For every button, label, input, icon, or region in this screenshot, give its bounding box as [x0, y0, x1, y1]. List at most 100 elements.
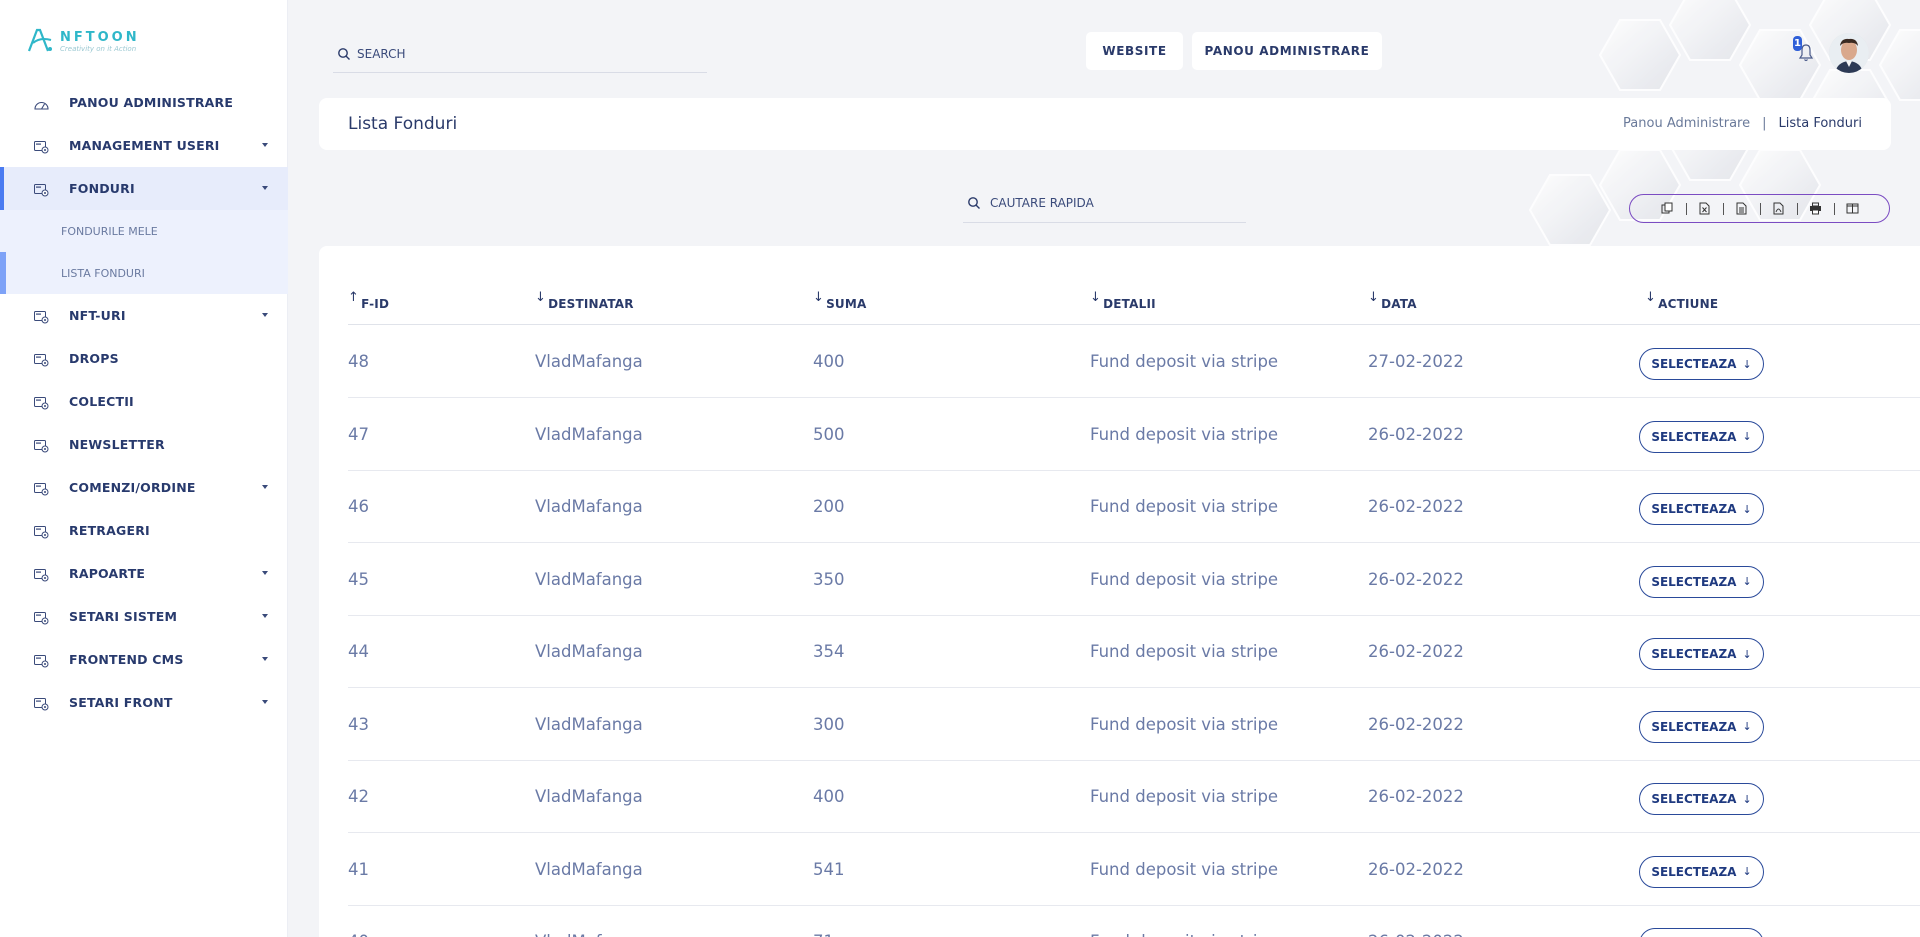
copy-icon: [1661, 202, 1672, 214]
global-search[interactable]: [333, 36, 707, 73]
quick-search-input[interactable]: [990, 195, 1230, 210]
notifications-button[interactable]: 1: [1793, 36, 1819, 64]
sidebar: NFTOON Creativity on it Action PANOU ADM…: [0, 0, 288, 937]
table-row: 46 VladMafanga 200 Fund deposit via stripe 2…: [348, 471, 1920, 543]
sidebar-item-label: SETARI FRONT: [69, 695, 173, 710]
search-input[interactable]: [357, 47, 687, 61]
sidebar-item-newsletter[interactable]: NEWSLETTER: [0, 423, 288, 466]
column-header-data[interactable]: ↓ DATA: [1368, 291, 1417, 325]
chevron-down-icon: [262, 186, 268, 190]
csv-button[interactable]: [1722, 195, 1760, 222]
arrow-down-icon: ↓: [1742, 865, 1752, 878]
select-button[interactable]: SELECTEAZA↓: [1639, 565, 1764, 598]
brand-logo[interactable]: NFTOON Creativity on it Action: [26, 26, 140, 53]
select-button-label: SELECTEAZA: [1651, 719, 1737, 734]
select-button[interactable]: SELECTEAZA↓: [1639, 638, 1764, 670]
pdf-button[interactable]: [1759, 195, 1797, 222]
sidebar-item-drops[interactable]: DROPS: [0, 337, 288, 380]
cell-data: 26-02-2022: [1368, 424, 1464, 444]
table-row: 48 VladMafanga 400 Fund deposit via stripe 2…: [348, 326, 1920, 398]
select-button[interactable]: SELECTEAZA↓: [1639, 783, 1764, 815]
sidebar-subitem-fondurile-mele[interactable]: FONDURILE MELE: [0, 210, 288, 252]
search-icon: [968, 196, 980, 209]
sidebar-item-nft-uri[interactable]: NFT-URI: [0, 294, 288, 337]
column-header-detalii[interactable]: ↓ DETALII: [1090, 291, 1156, 325]
brand-name: NFTOON: [60, 30, 140, 45]
sidebar-nav: PANOU ADMINISTRARE MANAGEMENT USERI FONDUR…: [0, 81, 288, 724]
cell-fid: 41: [348, 859, 369, 879]
cell-suma: 200: [813, 497, 845, 516]
cell-fid: 40: [348, 932, 369, 937]
column-header-suma[interactable]: ↓ SUMA: [813, 290, 867, 325]
column-header-fid[interactable]: ↑ F-ID: [348, 291, 389, 325]
breadcrumb-current: Lista Fonduri: [1778, 116, 1862, 131]
cell-suma: 400: [813, 352, 845, 371]
csv-icon: [1736, 202, 1746, 215]
cell-detalii: Fund deposit via stripe: [1090, 424, 1279, 444]
sidebar-item-comenzi-ordine[interactable]: COMENZI/ORDINE: [0, 466, 288, 509]
sidebar-item-label: NEWSLETTER: [69, 437, 165, 452]
columns-button[interactable]: [1833, 195, 1871, 222]
chevron-down-icon: [262, 485, 268, 489]
column-label: SUMA: [826, 297, 867, 311]
table-header: ↑ F-ID ↓ DESTINATAR ↓ SUMA ↓ DETALII ↓ D…: [348, 290, 1920, 325]
cell-fid: 46: [348, 497, 369, 516]
admin-panel-button[interactable]: PANOU ADMINISTRARE: [1192, 32, 1382, 70]
table-row: 47 VladMafanga 500 Fund deposit via stripe 2…: [348, 399, 1920, 471]
cell-detalii: Fund deposit via stripe: [1090, 859, 1279, 879]
select-button-label: SELECTEAZA: [1651, 864, 1737, 879]
sidebar-item-setari-front[interactable]: SETARI FRONT: [0, 681, 288, 724]
select-button-label: SELECTEAZA: [1651, 647, 1737, 661]
select-button[interactable]: SELECTEAZA ↓: [1639, 855, 1764, 888]
sidebar-item-fonduri[interactable]: FONDURI: [0, 167, 288, 210]
cell-fid: 45: [348, 569, 369, 589]
select-button[interactable]: SELECTEAZA↓: [1639, 493, 1764, 525]
sidebar-item-retrageri[interactable]: RETRAGERI: [0, 509, 288, 552]
select-button[interactable]: SELECTEAZA↓: [1639, 420, 1764, 453]
cell-destinatar: VladMafanga: [535, 569, 643, 589]
sidebar-item-panou-administrare[interactable]: PANOU ADMINISTRARE: [0, 81, 288, 124]
select-button[interactable]: SELECTEAZA↓: [1639, 710, 1764, 743]
sidebar-subitem-label: LISTA FONDURI: [61, 266, 145, 280]
sort-arrow-icon: ↓: [1645, 290, 1657, 305]
chevron-down-icon: [262, 614, 268, 618]
select-button[interactable]: SELECTEAZA↓: [1639, 928, 1764, 937]
sidebar-item-label: RAPOARTE: [69, 566, 146, 581]
chevron-down-icon: [262, 143, 268, 147]
breadcrumb-home[interactable]: Panou Administrare: [1623, 116, 1750, 131]
sidebar-item-frontend-cms[interactable]: FRONTEND CMS: [0, 638, 288, 681]
cell-suma: 350: [813, 569, 845, 589]
sidebar-item-management-useri[interactable]: MANAGEMENT USERI: [0, 124, 288, 167]
print-button[interactable]: [1796, 195, 1834, 222]
cell-detalii: Fund deposit via stripe: [1090, 642, 1279, 661]
sidebar-item-rapoarte[interactable]: RAPOARTE: [0, 552, 288, 595]
column-header-actiune[interactable]: ↓ ACTIUNE: [1645, 290, 1718, 325]
sidebar-subitem-label: FONDURILE MELE: [61, 224, 158, 238]
cell-fid: 47: [348, 424, 369, 444]
sidebar-subitem-lista-fonduri[interactable]: LISTA FONDURI: [0, 252, 288, 294]
copy-button[interactable]: [1649, 195, 1686, 222]
sidebar-item-label: SETARI SISTEM: [69, 609, 178, 624]
module-icon: [34, 653, 49, 668]
cell-data: 26-02-2022: [1368, 787, 1464, 806]
column-header-destinatar[interactable]: ↓ DESTINATAR: [535, 291, 634, 325]
website-button[interactable]: WEBSITE: [1086, 32, 1183, 70]
column-label: DETALII: [1103, 297, 1156, 311]
sidebar-item-setari-sistem[interactable]: SETARI SISTEM: [0, 595, 288, 638]
logo-icon: [27, 28, 52, 51]
excel-button[interactable]: [1685, 195, 1723, 222]
cell-detalii: Fund deposit via stripe: [1090, 714, 1279, 734]
dashboard-icon: [34, 96, 49, 110]
cell-fid: 43: [348, 714, 369, 734]
cell-detalii: Fund deposit via stripe: [1090, 787, 1279, 806]
table-row: 43 VladMafanga 300 Fund deposit via stripe 2…: [348, 689, 1920, 761]
select-button[interactable]: SELECTEAZA↓: [1639, 348, 1764, 380]
module-icon: [34, 610, 49, 625]
user-avatar[interactable]: [1829, 33, 1869, 73]
sort-arrow-icon: ↓: [813, 290, 825, 305]
sidebar-item-colectii[interactable]: COLECTII: [0, 380, 288, 423]
cell-destinatar: VladMafanga: [535, 642, 643, 661]
quick-search[interactable]: [963, 183, 1246, 223]
pdf-icon: [1773, 202, 1783, 215]
module-icon: [34, 182, 49, 197]
